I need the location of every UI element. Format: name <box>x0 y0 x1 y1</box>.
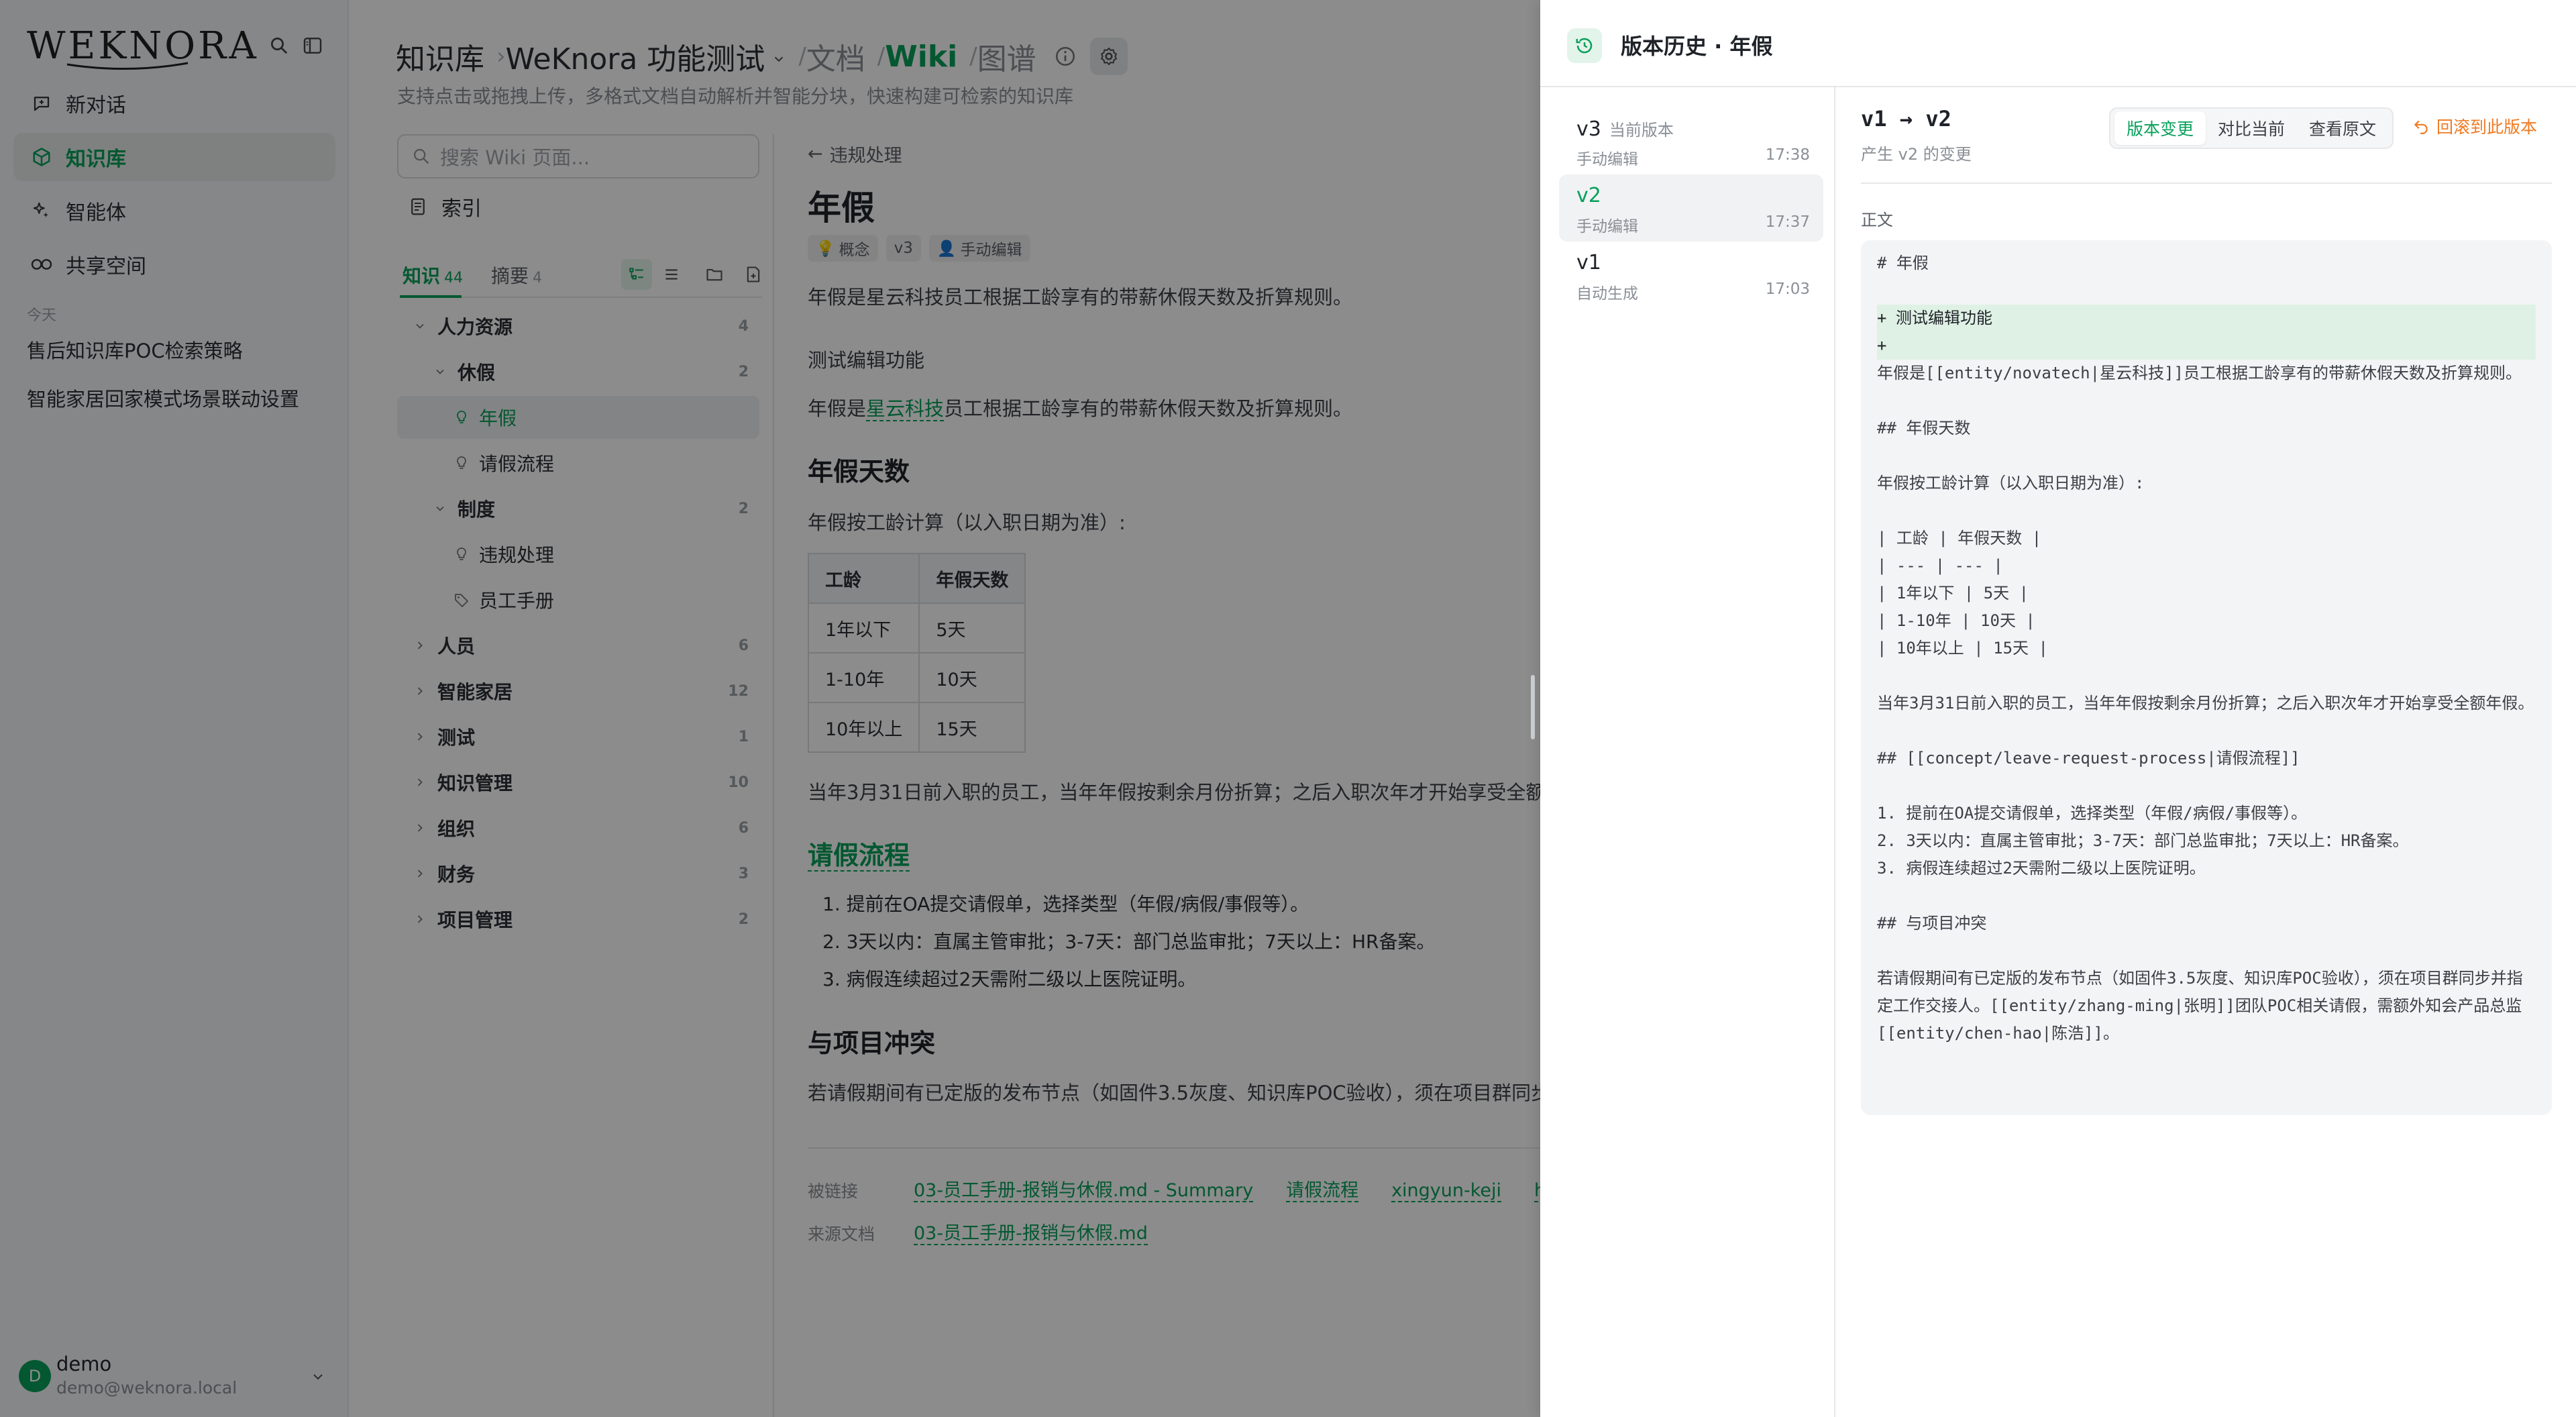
drawer-header: 版本历史 · 年假 <box>1540 0 2576 87</box>
tab-compare-current[interactable]: 对比当前 <box>2206 111 2297 145</box>
diff-line: 3. 病假连续超过2天需附二级以上医院证明。 <box>1877 859 2206 878</box>
version-name: v2 <box>1576 184 1601 207</box>
divider <box>1861 182 2552 184</box>
tab-view-original[interactable]: 查看原文 <box>2297 111 2388 145</box>
diff-line <box>1861 442 2552 470</box>
diff-line: | --- | --- | <box>1877 556 2003 575</box>
undo-icon <box>2414 120 2428 134</box>
diff-line <box>1861 937 2552 965</box>
diff-line: 当年3月31日前入职的员工，当年年假按剩余月份折算；之后入职次年才开始享受全额年… <box>1877 694 2534 713</box>
diff-line <box>1861 882 2552 910</box>
version-time: 17:37 <box>1765 213 1810 231</box>
view-mode-switch: 版本变更 对比当前 查看原文 <box>2109 107 2394 149</box>
diff-line: ## 与项目冲突 <box>1877 914 1987 933</box>
diff-line-text: 测试编辑功能 <box>1896 309 1992 327</box>
version-time: 17:38 <box>1765 146 1810 164</box>
rollback-label: 回滚到此版本 <box>2436 117 2538 137</box>
diff-line: ## 年假天数 <box>1877 419 1971 437</box>
diff-line <box>1861 662 2552 690</box>
diff-plus-marker: + <box>1877 336 1887 355</box>
version-list: v3 当前版本 手动编辑 17:38 v2 手动编辑 17:37 v1 自动生成 … <box>1540 87 1835 1417</box>
diff-line <box>1861 387 2552 415</box>
diff-line: ## [[concept/leave-request-process|请假流程]… <box>1877 749 2300 768</box>
version-item[interactable]: v1 自动生成 17:03 <box>1559 242 1823 309</box>
diff-viewer: # 年假 + 测试编辑功能 + 年假是[[entity/novatech|星云科技… <box>1861 240 2552 1115</box>
diff-line: | 1-10年 | 10天 | <box>1877 611 2035 630</box>
diff-line <box>1861 497 2552 525</box>
diff-line <box>1861 717 2552 745</box>
version-history-drawer: 版本历史 · 年假 v3 当前版本 手动编辑 17:38 v2 手动编辑 17:3… <box>1540 0 2576 1417</box>
version-name: v3 <box>1576 117 1601 141</box>
current-version-badge: 当前版本 <box>1609 121 1674 140</box>
version-name: v1 <box>1576 251 1601 274</box>
diff-line <box>1861 277 2552 305</box>
version-item[interactable]: v3 当前版本 手动编辑 17:38 <box>1559 107 1823 174</box>
version-source: 手动编辑 <box>1576 151 1638 168</box>
body-label: 正文 <box>1861 211 1893 229</box>
drawer-title: 版本历史 · 年假 <box>1621 34 1773 59</box>
tab-version-changes[interactable]: 版本变更 <box>2114 111 2206 145</box>
diff-title: v1 → v2 <box>1861 106 1951 132</box>
version-source: 自动生成 <box>1576 285 1638 303</box>
diff-line: 2. 3天以内：直属主管审批；3-7天：部门总监审批；7天以上：HR备案。 <box>1877 831 2409 850</box>
diff-line: | 10年以上 | 15天 | <box>1877 639 2048 658</box>
version-item-selected[interactable]: v2 手动编辑 17:37 <box>1559 174 1823 242</box>
diff-plus-marker: + <box>1877 309 1887 327</box>
diff-line <box>1861 772 2552 800</box>
modal-backdrop[interactable] <box>0 0 1540 1417</box>
diff-line: | 工龄 | 年假天数 | <box>1877 529 2042 547</box>
resize-handle[interactable] <box>1531 675 1535 739</box>
diff-subtitle: 产生 v2 的变更 <box>1861 145 1972 164</box>
diff-line-added: + <box>1877 332 2536 360</box>
version-source: 手动编辑 <box>1576 218 1638 235</box>
version-time: 17:03 <box>1765 280 1810 298</box>
diff-line: 年假是[[entity/novatech|星云科技]]员工根据工龄享有的带薪休假… <box>1877 364 2522 382</box>
diff-line: | 1年以下 | 5天 | <box>1877 584 2029 602</box>
diff-line: 1. 提前在OA提交请假单，选择类型（年假/病假/事假等）。 <box>1877 804 2308 823</box>
diff-line-added: + 测试编辑功能 <box>1877 305 2536 332</box>
history-icon <box>1567 28 1602 63</box>
diff-line: 年假按工龄计算（以入职日期为准）: <box>1877 474 2145 492</box>
diff-line: # 年假 <box>1877 254 1929 272</box>
diff-line: 若请假期间有已定版的发布节点（如固件3.5灰度、知识库POC验收），须在项目群同… <box>1877 969 2523 1043</box>
rollback-button[interactable]: 回滚到此版本 <box>2412 114 2537 138</box>
